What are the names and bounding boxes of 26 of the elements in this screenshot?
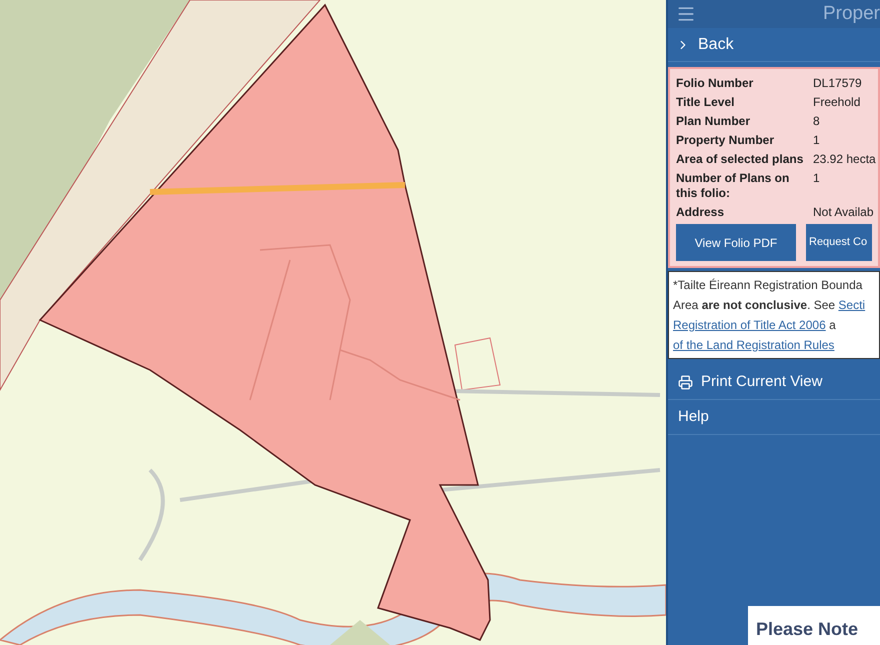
field-value: DL17579	[813, 75, 863, 92]
field-label: Property Number	[676, 132, 776, 149]
note-text: *Tailte Éireann Registration Bounda Area are not conclusive. See Secti Registration of Title Act 2006 a of the Land Registration Rules	[673, 277, 866, 354]
field-label: Plan Number	[676, 113, 752, 130]
folio-button[interactable]: Request Co	[806, 224, 872, 261]
note-link[interactable]: Secti	[838, 298, 866, 312]
menu-item[interactable]: Print Current View	[668, 365, 880, 400]
field-value: 1	[813, 170, 821, 187]
notice-title: Please Note	[756, 619, 858, 639]
panel-title: Proper	[822, 2, 880, 26]
note-link[interactable]: Registration of Title Act 2006	[673, 318, 826, 332]
field-label: Area of selected plans	[676, 151, 804, 168]
menu-item[interactable]: Help	[668, 400, 880, 435]
field-value: 8	[813, 113, 821, 130]
field-label: Address	[676, 204, 726, 221]
field-label: Folio Number	[676, 75, 754, 92]
field-value: Freehold	[813, 94, 862, 111]
field-value: 23.92 hecta	[813, 151, 876, 168]
folio-button[interactable]: View Folio PDF	[676, 224, 796, 261]
field-label: Title Level	[676, 94, 736, 111]
back-button[interactable]: Back	[668, 28, 880, 62]
printer-icon	[678, 374, 693, 390]
note-link[interactable]: of the Land Registration Rules	[673, 338, 834, 352]
field-value: 1	[813, 132, 821, 149]
field-value: Not Availab	[813, 204, 874, 221]
field-label: Number of Plans on this folio:	[676, 170, 790, 202]
